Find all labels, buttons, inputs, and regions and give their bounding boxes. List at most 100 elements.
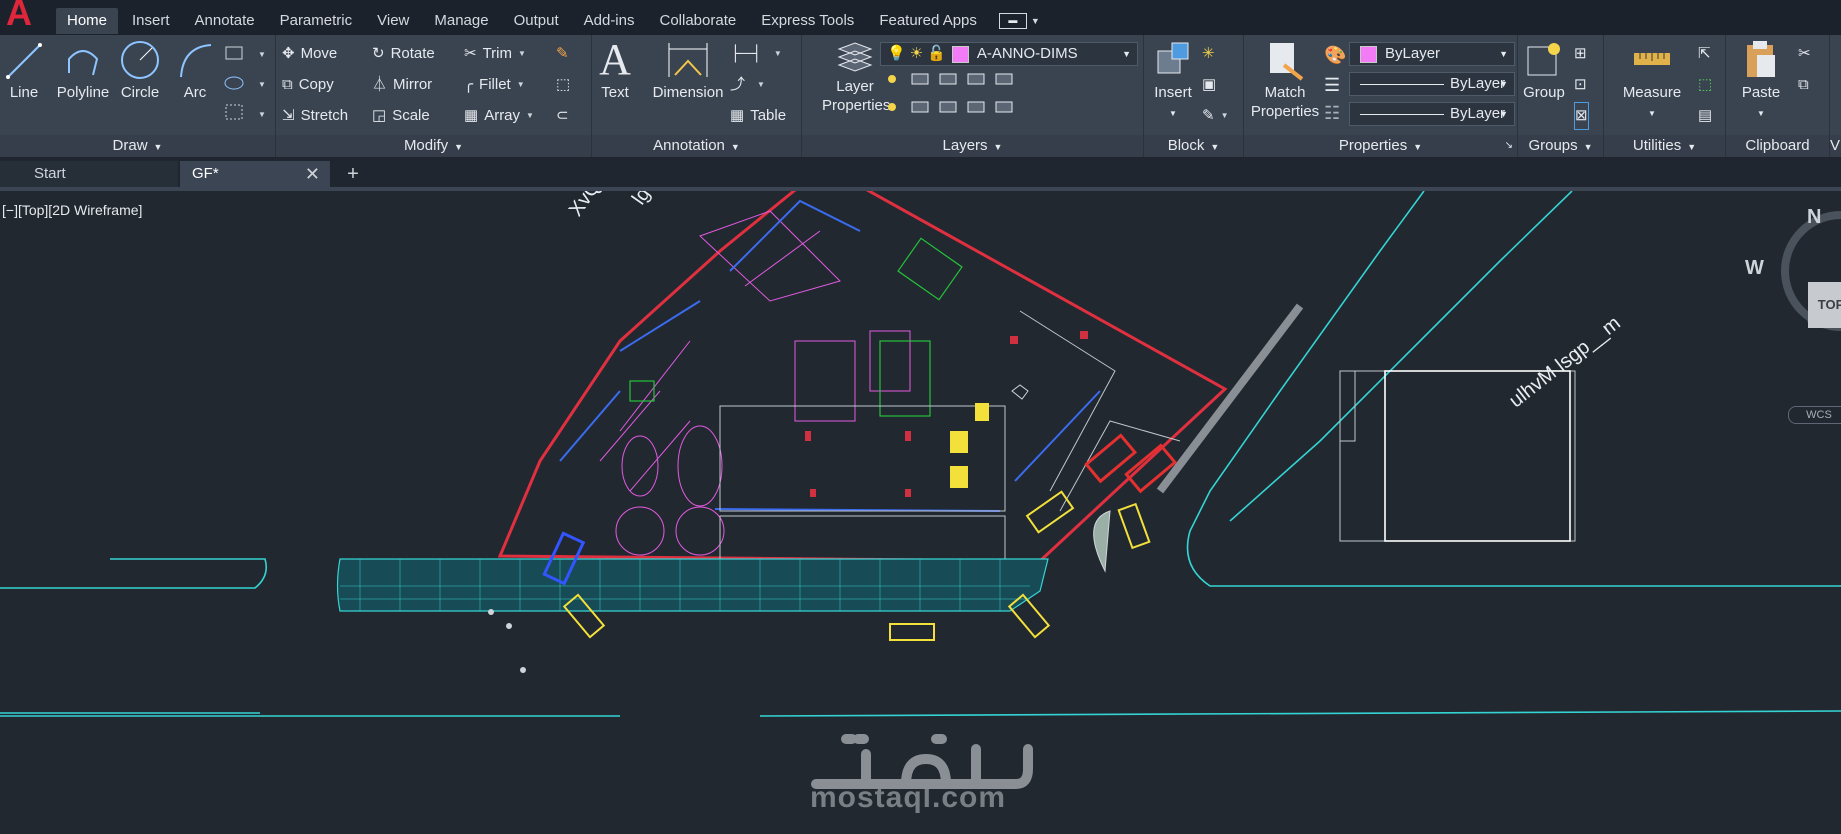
scale-button[interactable]: ◲ Scale — [372, 103, 430, 129]
copy-icon: ⧉ — [282, 76, 293, 93]
mirror-button[interactable]: ⏃ Mirror — [372, 72, 432, 98]
copy-clip-icon: ⧉ — [1798, 76, 1809, 93]
autocad-logo-icon[interactable]: A — [6, 0, 38, 31]
group-edit-button[interactable]: ⊡ — [1574, 72, 1587, 98]
copy-button[interactable]: ⧉ Copy — [282, 72, 334, 98]
stretch-icon: ⇲ — [282, 107, 295, 124]
color-dropdown[interactable]: ByLayer ▼ — [1349, 42, 1515, 66]
panel-title-modify[interactable]: Modify ▼ — [276, 135, 591, 157]
paste-button[interactable]: Paste ▼ — [1736, 39, 1786, 123]
wall-layer — [719, 310, 1576, 562]
fillet-icon: ╭ — [464, 76, 474, 93]
measure-button[interactable]: Measure ▼ — [1612, 39, 1692, 123]
arc-icon — [180, 44, 212, 78]
panel-clipboard: Paste ▼ ✂ ⧉ Clipboard — [1726, 35, 1830, 157]
trim-icon: ✂ — [464, 45, 477, 62]
move-button[interactable]: ✥ Move — [282, 41, 337, 67]
linetype-dropdown[interactable]: ByLayer ▼ — [1349, 72, 1515, 96]
stretch-button[interactable]: ⇲ Stretch — [282, 103, 348, 129]
tab-add-ins[interactable]: Add-ins — [573, 8, 646, 34]
panel-title-properties[interactable]: Properties ▼ ↘ — [1244, 135, 1517, 157]
text-button[interactable]: A Text — [598, 38, 632, 102]
viewcube-top-face[interactable]: TOP — [1808, 282, 1841, 328]
current-layer-name: A-ANNO-DIMS — [976, 45, 1078, 62]
tab-insert[interactable]: Insert — [121, 8, 181, 34]
tab-view[interactable]: View — [366, 8, 420, 34]
panel-title-draw[interactable]: Draw ▼ — [0, 135, 275, 157]
tab-collaborate[interactable]: Collaborate — [648, 8, 747, 34]
layer-stack-icon — [837, 42, 873, 72]
fillet-button[interactable]: ╭ Fillet ▼ — [464, 72, 525, 98]
tab-express-tools[interactable]: Express Tools — [750, 8, 865, 34]
svg-text:▼: ▼ — [258, 110, 266, 119]
erase-button[interactable]: ✎ — [556, 41, 575, 67]
create-block-button[interactable]: ✳ — [1202, 41, 1215, 67]
close-icon[interactable]: ✕ — [305, 161, 320, 187]
ungroup-button[interactable]: ⊞ — [1574, 41, 1587, 67]
quick-select-button[interactable]: ⇱ — [1698, 41, 1711, 67]
ribbon-tab-bar: A Home Insert Annotate Parametric View M… — [0, 0, 1841, 35]
tab-manage[interactable]: Manage — [423, 8, 499, 34]
wcs-menu[interactable]: WCS — [1788, 406, 1841, 424]
chevron-down-icon[interactable]: ▼ — [1031, 16, 1040, 26]
leader-button[interactable]: ⤴ ▼ — [730, 72, 765, 98]
rotate-icon: ↻ — [372, 45, 385, 62]
layer-properties-button[interactable]: Layer Properties — [822, 39, 890, 115]
line-button[interactable]: Line — [4, 39, 44, 102]
workspace-toggle-icon[interactable]: ▬ — [998, 12, 1027, 29]
panel-title-annotation[interactable]: Annotation ▼ — [592, 135, 801, 157]
panel-title-block[interactable]: Block ▼ — [1144, 135, 1243, 157]
tab-home[interactable]: Home — [56, 7, 119, 34]
draw-extra-tools[interactable]: ▼ ▼ ▼ — [224, 45, 270, 131]
dimension-button[interactable]: Dimension — [650, 39, 726, 102]
polyline-button[interactable]: Polyline — [50, 39, 116, 102]
calculator-button[interactable]: ▤ — [1698, 103, 1712, 129]
group-icon — [1527, 43, 1560, 76]
tab-featured-apps[interactable]: Featured Apps — [868, 8, 988, 34]
compass-north[interactable]: N — [1807, 206, 1821, 229]
copy-clip-button[interactable]: ⧉ — [1798, 72, 1809, 98]
sun-icon: ☀ — [909, 45, 924, 62]
tab-parametric[interactable]: Parametric — [269, 8, 364, 34]
layer-tools-icons[interactable] — [882, 71, 1022, 129]
trim-button[interactable]: ✂ Trim ▼ — [464, 41, 526, 67]
tab-output[interactable]: Output — [503, 8, 570, 34]
panel-title-layers[interactable]: Layers ▼ — [802, 135, 1143, 157]
group-select-button[interactable]: ⊠ — [1574, 102, 1589, 130]
cut-button[interactable]: ✂ — [1798, 41, 1811, 67]
rotate-button[interactable]: ↻ Rotate — [372, 41, 435, 67]
lineweight-icon: ☷ — [1324, 103, 1341, 123]
tab-start[interactable]: Start — [0, 161, 178, 187]
panel-utilities: Measure ▼ ⇱ ⬚ ▤ Utilities ▼ — [1604, 35, 1726, 157]
select-all-button[interactable]: ⬚ — [1698, 72, 1712, 98]
tab-drawing-gf[interactable]: GF* ✕ — [180, 161, 330, 187]
cut-icon: ✂ — [1798, 45, 1811, 62]
site-boundary — [497, 191, 1228, 563]
match-properties-button[interactable]: Match Properties — [1248, 39, 1322, 121]
group-button[interactable]: Group — [1522, 39, 1566, 102]
viewport-controls-label[interactable]: [−][Top][2D Wireframe] — [2, 202, 142, 218]
group-edit-icon: ⊡ — [1574, 76, 1587, 93]
panel-title-groups[interactable]: Groups ▼ — [1518, 135, 1603, 157]
edit-block-button[interactable]: ▣ — [1202, 72, 1216, 98]
tab-annotate[interactable]: Annotate — [184, 8, 266, 34]
explode-button[interactable]: ⬚ — [556, 72, 576, 98]
insert-button[interactable]: Insert ▼ — [1148, 39, 1198, 123]
offset-button[interactable]: ⊂ — [556, 103, 575, 129]
dialog-launcher-icon[interactable]: ↘ — [1505, 135, 1513, 157]
layer-dropdown[interactable]: 💡 ☀ 🔓 A-ANNO-DIMS ▼ — [880, 42, 1138, 66]
array-button[interactable]: ▦ Array ▼ — [464, 103, 534, 129]
compass-west[interactable]: W — [1745, 257, 1764, 280]
arc-button[interactable]: Arc — [174, 39, 216, 102]
quick-select-icon: ⇱ — [1698, 45, 1711, 62]
panel-title-utilities[interactable]: Utilities ▼ — [1604, 135, 1725, 157]
new-tab-plus-icon[interactable]: + — [340, 163, 366, 185]
linear-dim-button[interactable]: ├─┤ ▼ — [730, 41, 782, 67]
circle-button[interactable]: Circle — [118, 39, 162, 102]
panel-title-clipboard[interactable]: Clipboard — [1726, 135, 1829, 157]
table-button[interactable]: ▦ Table — [730, 103, 786, 129]
lineweight-dropdown[interactable]: ByLayer ▼ — [1349, 102, 1515, 126]
edit-attributes-button[interactable]: ✎ ▼ — [1202, 103, 1229, 129]
ribbon: Line Polyline Circle Arc ▼ ▼ ▼ Draw ▼ ✥ Mo… — [0, 35, 1841, 157]
drawing-canvas[interactable]: [−][Top][2D Wireframe] N W S TOP WCS ulh… — [0, 191, 1841, 834]
